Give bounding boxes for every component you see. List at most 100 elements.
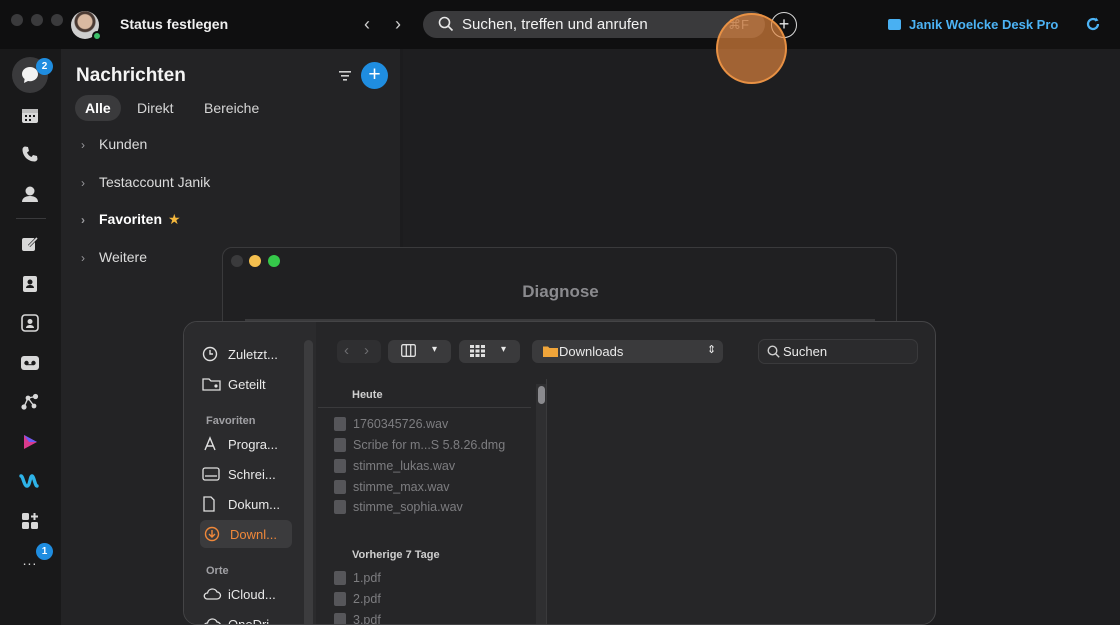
file-icon bbox=[334, 571, 346, 585]
device-link[interactable]: Janik Woelcke Desk Pro bbox=[888, 17, 1058, 32]
chevron-right-icon[interactable]: › bbox=[395, 14, 401, 34]
group-label: Testaccount Janik bbox=[99, 174, 211, 190]
sync-icon[interactable] bbox=[1085, 16, 1101, 37]
file-search-input[interactable]: Suchen bbox=[758, 339, 918, 364]
section-previous-7-days: Vorherige 7 Tage bbox=[352, 549, 440, 561]
file-column-scrollbar[interactable] bbox=[536, 384, 546, 624]
avatar[interactable] bbox=[71, 11, 102, 41]
group-more[interactable]: › Weitere bbox=[81, 249, 147, 265]
play-triangle-icon bbox=[24, 435, 37, 449]
diagnose-title: Diagnose bbox=[522, 282, 599, 301]
tab-all[interactable]: Alle bbox=[75, 95, 121, 121]
column-divider[interactable] bbox=[546, 379, 547, 624]
sidebar-item-downloads[interactable]: Downl... bbox=[200, 520, 292, 548]
sidebar-item-shared[interactable]: Geteilt bbox=[202, 370, 312, 398]
sidebar-item-documents[interactable]: Dokum... bbox=[202, 490, 312, 518]
view-mode-button[interactable]: ▾ bbox=[388, 340, 451, 363]
shared-folder-icon bbox=[202, 376, 228, 392]
file-item[interactable]: Scribe for m...S 5.8.26.dmg bbox=[334, 436, 505, 454]
group-testaccount[interactable]: › Testaccount Janik bbox=[81, 174, 210, 190]
device-icon bbox=[888, 19, 901, 30]
chevron-right-icon: › bbox=[81, 138, 85, 152]
file-icon bbox=[334, 480, 346, 494]
sidebar-label: Progra... bbox=[228, 436, 278, 452]
group-favorites[interactable]: › Favoriten ★ bbox=[81, 211, 181, 228]
grid-icon bbox=[470, 345, 485, 360]
new-message-button[interactable]: + bbox=[361, 62, 388, 89]
filter-icon[interactable] bbox=[339, 69, 351, 87]
people-icon bbox=[22, 186, 38, 202]
chevron-down-icon: ▾ bbox=[432, 344, 438, 355]
chevron-right-icon[interactable]: › bbox=[364, 342, 369, 359]
rail-calls[interactable] bbox=[12, 136, 48, 172]
file-icon bbox=[334, 459, 346, 473]
rail-contact-center[interactable] bbox=[12, 305, 48, 341]
sidebar-label: Schrei... bbox=[228, 466, 276, 482]
file-item[interactable]: stimme_lukas.wav bbox=[334, 457, 455, 475]
voicemail-icon bbox=[21, 356, 39, 370]
rail-calendar[interactable] bbox=[12, 97, 48, 133]
rail-directory[interactable] bbox=[12, 266, 48, 302]
file-item[interactable]: stimme_max.wav bbox=[334, 478, 450, 496]
file-item[interactable]: 3.pdf bbox=[334, 611, 381, 625]
file-name: stimme_max.wav bbox=[353, 480, 450, 494]
star-icon: ★ bbox=[168, 211, 181, 227]
sidebar-label: Downl... bbox=[230, 526, 277, 542]
file-name: 1760345726.wav bbox=[353, 417, 449, 431]
chevron-left-icon[interactable]: ‹ bbox=[364, 14, 370, 34]
file-item[interactable]: 2.pdf bbox=[334, 590, 381, 608]
rail-contacts[interactable] bbox=[12, 176, 48, 212]
id-card-icon bbox=[21, 314, 39, 332]
diag-minimize-button[interactable] bbox=[249, 255, 261, 267]
sidebar-label: OneDri... bbox=[228, 616, 281, 625]
location-popup[interactable]: Downloads ⇕ bbox=[532, 340, 723, 363]
file-icon bbox=[334, 438, 346, 452]
global-search-input[interactable]: Suchen, treffen und anrufen ⌘F bbox=[423, 11, 765, 38]
sidebar-label: Geteilt bbox=[228, 376, 266, 392]
cloud-icon bbox=[202, 587, 228, 601]
favorites-header: Favoriten bbox=[206, 415, 256, 427]
rail-webex[interactable] bbox=[12, 463, 48, 499]
diag-zoom-button[interactable] bbox=[268, 255, 280, 267]
section-today: Heute bbox=[352, 389, 383, 401]
sidebar-item-onedrive[interactable]: OneDri... bbox=[202, 610, 312, 625]
search-icon bbox=[438, 16, 454, 37]
rail-workflows[interactable] bbox=[12, 384, 48, 420]
window-close-button[interactable] bbox=[11, 14, 23, 26]
rail-whiteboard[interactable] bbox=[12, 226, 48, 262]
columns-view-icon bbox=[401, 344, 416, 360]
file-item[interactable]: 1.pdf bbox=[334, 569, 381, 587]
rail-voicemail[interactable] bbox=[12, 345, 48, 381]
scrollbar-thumb[interactable] bbox=[538, 386, 545, 404]
file-icon bbox=[334, 500, 346, 514]
presence-dot bbox=[92, 31, 102, 41]
sidebar-item-programs[interactable]: Progra... bbox=[202, 430, 312, 458]
sidebar-item-desktop[interactable]: Schrei... bbox=[202, 460, 312, 488]
up-down-chevron-icon: ⇕ bbox=[707, 344, 717, 356]
tab-spaces[interactable]: Bereiche bbox=[194, 95, 269, 121]
webex-icon bbox=[19, 474, 39, 488]
rail-vidcast[interactable] bbox=[12, 424, 48, 460]
sidebar-item-recents[interactable]: Zuletzt... bbox=[202, 340, 312, 368]
chevron-right-icon: › bbox=[81, 176, 85, 190]
sidebar-item-icloud[interactable]: iCloud... bbox=[202, 580, 312, 608]
group-customers[interactable]: › Kunden bbox=[81, 136, 147, 152]
more-badge: 1 bbox=[36, 543, 53, 560]
group-mode-button[interactable]: ▾ bbox=[459, 340, 520, 363]
file-name: 2.pdf bbox=[353, 592, 381, 606]
window-minimize-button[interactable] bbox=[31, 14, 43, 26]
back-forward-buttons[interactable]: ‹ › bbox=[337, 340, 381, 363]
diag-close-button[interactable] bbox=[231, 255, 243, 267]
chevron-down-icon: ▾ bbox=[501, 344, 507, 355]
tab-direct[interactable]: Direkt bbox=[127, 95, 184, 121]
group-label: Weitere bbox=[99, 249, 147, 265]
file-item[interactable]: 1760345726.wav bbox=[334, 415, 448, 433]
chevron-left-icon[interactable]: ‹ bbox=[344, 342, 349, 359]
set-status-button[interactable]: Status festlegen bbox=[120, 16, 228, 32]
rail-apps[interactable] bbox=[12, 503, 48, 539]
sidebar-scrollbar[interactable] bbox=[304, 340, 313, 624]
file-item[interactable]: stimme_sophia.wav bbox=[334, 498, 463, 516]
file-name: 3.pdf bbox=[353, 613, 381, 625]
top-bar: Status festlegen ‹ › Suchen, treffen und… bbox=[0, 0, 1120, 49]
window-zoom-button[interactable] bbox=[51, 14, 63, 26]
